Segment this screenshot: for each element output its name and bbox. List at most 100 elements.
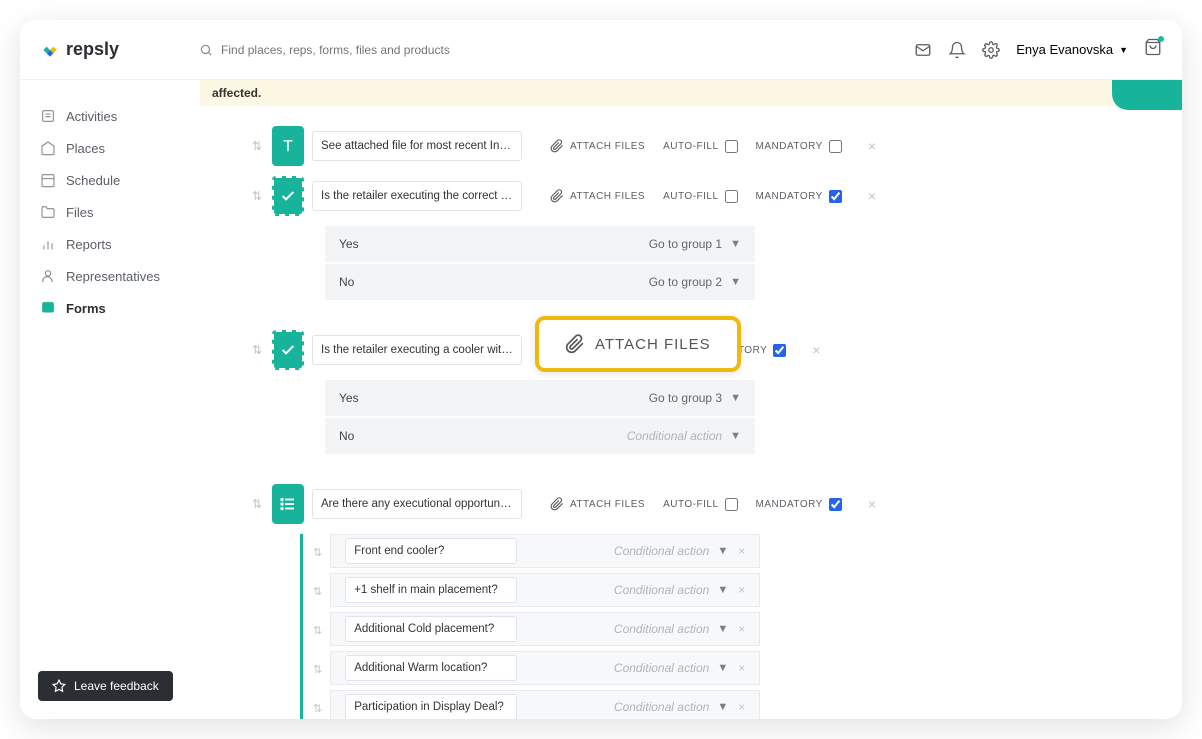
answer-action-select[interactable]: Go to group 1 — [649, 237, 722, 251]
drag-handle-icon[interactable]: ⇅ — [313, 663, 322, 676]
remove-sub-item[interactable]: × — [738, 583, 745, 597]
sub-item-input[interactable] — [345, 577, 517, 603]
question-type-list[interactable] — [272, 484, 304, 524]
attach-files-button[interactable]: ATTACH FILES — [550, 139, 645, 153]
action-button-peek[interactable] — [1112, 80, 1182, 110]
sub-item-input[interactable] — [345, 655, 517, 681]
body: Activities Places Schedule Files Reports… — [20, 80, 1182, 719]
mandatory-checkbox[interactable] — [829, 498, 842, 511]
sidebar-item-forms[interactable]: Forms — [20, 292, 180, 324]
mandatory-toggle[interactable]: MANDATORY — [756, 140, 842, 153]
sidebar-item-places[interactable]: Places — [20, 132, 180, 164]
remove-question-button[interactable]: × — [812, 342, 820, 358]
sub-item-action[interactable]: Conditional action — [614, 583, 709, 597]
remove-sub-item[interactable]: × — [738, 661, 745, 675]
bell-icon[interactable] — [948, 41, 966, 59]
chevron-down-icon[interactable]: ▼ — [717, 662, 728, 674]
attach-files-button[interactable]: ATTACH FILES — [550, 497, 645, 511]
cart-button[interactable] — [1144, 38, 1162, 61]
drag-handle-icon[interactable]: ⇅ — [313, 624, 322, 637]
remove-sub-item[interactable]: × — [738, 544, 745, 558]
auto-fill-checkbox[interactable] — [725, 498, 738, 511]
answer-label: No — [339, 275, 649, 289]
sidebar-item-reps[interactable]: Representatives — [20, 260, 180, 292]
mandatory-toggle[interactable]: MANDATORY — [756, 498, 842, 511]
sidebar-item-label: Forms — [66, 301, 106, 316]
question-text-input[interactable] — [312, 335, 522, 365]
chevron-down-icon[interactable]: ▼ — [730, 392, 741, 404]
drag-handle-icon[interactable]: ⇅ — [313, 702, 322, 715]
answer-action-select[interactable]: Go to group 3 — [649, 391, 722, 405]
question-text-input[interactable] — [312, 131, 522, 161]
attach-files-button[interactable]: ATTACH FILES — [550, 189, 645, 203]
attach-files-callout[interactable]: ATTACH FILES — [535, 316, 741, 372]
paperclip-icon — [550, 189, 564, 203]
drag-handle-icon[interactable]: ⇅ — [250, 189, 264, 203]
chevron-down-icon[interactable]: ▼ — [730, 430, 741, 442]
calendar-icon — [40, 172, 56, 188]
sub-item-input[interactable] — [345, 538, 517, 564]
sidebar-item-label: Activities — [66, 109, 117, 124]
search-input[interactable] — [221, 43, 521, 57]
remove-sub-item[interactable]: × — [738, 700, 745, 714]
drag-handle-icon[interactable]: ⇅ — [313, 546, 322, 559]
remove-question-button[interactable]: × — [868, 496, 876, 512]
answer-action-select[interactable]: Go to group 2 — [649, 275, 722, 289]
sidebar-item-reports[interactable]: Reports — [20, 228, 180, 260]
paperclip-icon — [550, 139, 564, 153]
question-type-check[interactable] — [272, 330, 304, 370]
attach-label: ATTACH FILES — [570, 191, 645, 202]
form-icon — [40, 300, 56, 316]
auto-fill-toggle[interactable]: AUTO-FILL — [663, 140, 737, 153]
attach-label: ATTACH FILES — [570, 499, 645, 510]
mail-icon[interactable] — [914, 41, 932, 59]
drag-handle-icon[interactable]: ⇅ — [250, 343, 264, 357]
question-text-input[interactable] — [312, 181, 522, 211]
drag-handle-icon[interactable]: ⇅ — [313, 585, 322, 598]
sub-item-action[interactable]: Conditional action — [614, 661, 709, 675]
mandatory-checkbox[interactable] — [829, 140, 842, 153]
chevron-down-icon[interactable]: ▼ — [730, 276, 741, 288]
mandatory-checkbox[interactable] — [829, 190, 842, 203]
chevron-down-icon[interactable]: ▼ — [717, 545, 728, 557]
drag-handle-icon[interactable]: ⇅ — [250, 497, 264, 511]
remove-question-button[interactable]: × — [868, 138, 876, 154]
question-type-text[interactable] — [272, 126, 304, 166]
main-content: affected. ⇅ ATTACH FILES AUTO-FILL MANDA… — [180, 80, 1182, 719]
gear-icon[interactable] — [982, 41, 1000, 59]
attach-files-label: ATTACH FILES — [595, 336, 711, 353]
question-text-input[interactable] — [312, 489, 522, 519]
brand-logo[interactable]: repsly — [40, 39, 119, 60]
sub-item-input[interactable] — [345, 616, 517, 642]
remove-sub-item[interactable]: × — [738, 622, 745, 636]
user-menu[interactable]: Enya Evanovska ▼ — [1016, 42, 1128, 57]
mandatory-toggle[interactable]: MANDATORY — [756, 190, 842, 203]
chevron-down-icon[interactable]: ▼ — [717, 623, 728, 635]
question-type-check[interactable] — [272, 176, 304, 216]
question-row: ⇅ ATTACH FILES AUTO-FILL MANDATORY × — [250, 126, 1162, 166]
sub-item-action[interactable]: Conditional action — [614, 622, 709, 636]
auto-fill-toggle[interactable]: AUTO-FILL — [663, 498, 737, 511]
leave-feedback-button[interactable]: Leave feedback — [38, 671, 173, 701]
sub-item-action[interactable]: Conditional action — [614, 544, 709, 558]
topbar: repsly Enya Evanovska ▼ — [20, 20, 1182, 80]
search-wrap — [199, 43, 914, 57]
mandatory-checkbox[interactable] — [773, 344, 786, 357]
chevron-down-icon[interactable]: ▼ — [717, 701, 728, 713]
answer-action-select[interactable]: Conditional action — [627, 429, 722, 443]
auto-fill-checkbox[interactable] — [725, 140, 738, 153]
sidebar-item-label: Representatives — [66, 269, 160, 284]
auto-fill-toggle[interactable]: AUTO-FILL — [663, 190, 737, 203]
sidebar-item-files[interactable]: Files — [20, 196, 180, 228]
remove-question-button[interactable]: × — [868, 188, 876, 204]
chevron-down-icon[interactable]: ▼ — [717, 584, 728, 596]
sub-item-input[interactable] — [345, 694, 517, 719]
sub-item-action[interactable]: Conditional action — [614, 700, 709, 714]
drag-handle-icon[interactable]: ⇅ — [250, 139, 264, 153]
chevron-down-icon[interactable]: ▼ — [730, 238, 741, 250]
sidebar-item-schedule[interactable]: Schedule — [20, 164, 180, 196]
check-icon — [280, 342, 296, 358]
sidebar-item-activities[interactable]: Activities — [20, 100, 180, 132]
activities-icon — [40, 108, 56, 124]
auto-fill-checkbox[interactable] — [725, 190, 738, 203]
